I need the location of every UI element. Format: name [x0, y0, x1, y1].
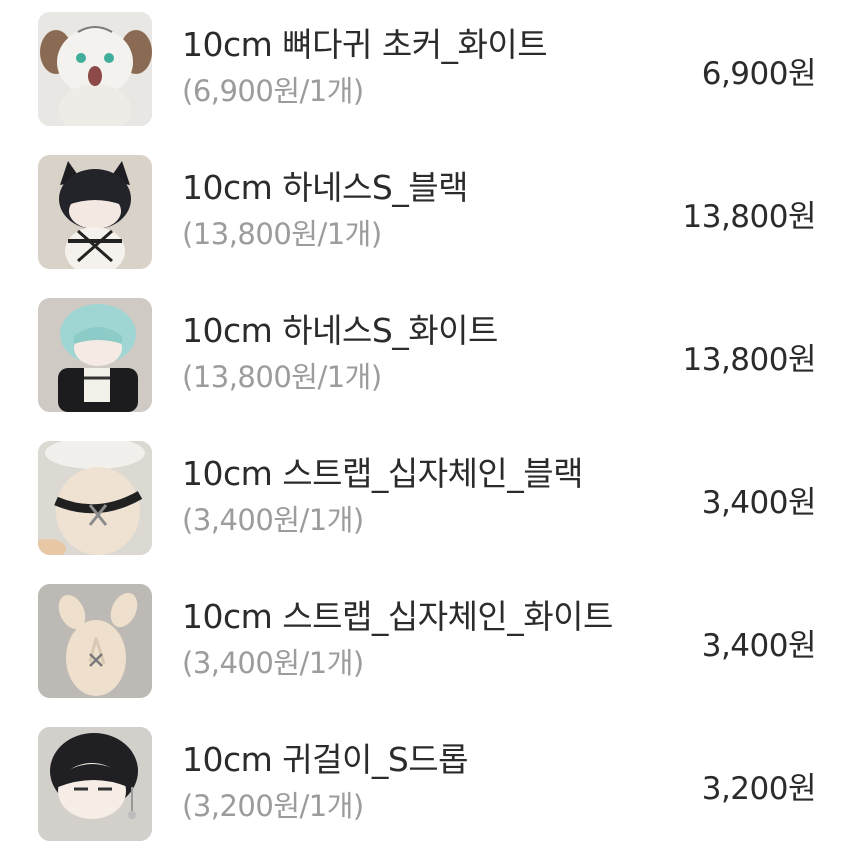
list-item[interactable]: 10cm 귀걸이_S드롭 (3,200원/1개) 3,200원 [0, 715, 856, 857]
product-thumbnail[interactable] [38, 441, 152, 555]
product-thumbnail[interactable] [38, 584, 152, 698]
unit-price: (3,400원/1개) [182, 646, 364, 680]
plush-doll-black-hair-image [38, 155, 152, 269]
plush-doll-mint-hair-image [38, 298, 152, 412]
list-item[interactable]: 10cm 하네스S_블랙 (13,800원/1개) 13,800원 [0, 143, 856, 285]
unit-price: (13,800원/1개) [182, 360, 382, 394]
plush-doll-white-strap-image [38, 584, 152, 698]
list-item[interactable]: 10cm 스트랩_십자체인_블랙 (3,400원/1개) 3,400원 [0, 429, 856, 571]
product-thumbnail[interactable] [38, 298, 152, 412]
unit-price: (13,800원/1개) [182, 217, 382, 251]
unit-price: (6,900원/1개) [182, 74, 364, 108]
list-item[interactable]: 10cm 뼈다귀 초커_화이트 (6,900원/1개) 6,900원 [0, 0, 856, 142]
product-name[interactable]: 10cm 하네스S_블랙 [182, 161, 469, 209]
total-price: 3,400원 [701, 485, 817, 521]
product-name[interactable]: 10cm 뼈다귀 초커_화이트 [182, 18, 548, 66]
order-item-list: 10cm 뼈다귀 초커_화이트 (6,900원/1개) 6,900원 10cm … [0, 0, 856, 856]
product-name[interactable]: 10cm 하네스S_화이트 [182, 304, 498, 352]
product-name[interactable]: 10cm 스트랩_십자체인_블랙 [182, 447, 584, 495]
product-thumbnail[interactable] [38, 12, 152, 126]
total-price: 13,800원 [682, 342, 817, 378]
total-price: 3,200원 [701, 771, 817, 807]
product-name[interactable]: 10cm 귀걸이_S드롭 [182, 733, 469, 781]
total-price: 6,900원 [701, 56, 817, 92]
product-thumbnail[interactable] [38, 155, 152, 269]
plush-doll-white-ears-image [38, 12, 152, 126]
unit-price: (3,400원/1개) [182, 503, 364, 537]
list-item[interactable]: 10cm 하네스S_화이트 (13,800원/1개) 13,800원 [0, 286, 856, 428]
plush-doll-black-strap-image [38, 441, 152, 555]
plush-doll-earring-image [38, 727, 152, 841]
list-item[interactable]: 10cm 스트랩_십자체인_화이트 (3,400원/1개) 3,400원 [0, 572, 856, 714]
product-thumbnail[interactable] [38, 727, 152, 841]
unit-price: (3,200원/1개) [182, 789, 364, 823]
total-price: 3,400원 [701, 628, 817, 664]
product-name[interactable]: 10cm 스트랩_십자체인_화이트 [182, 590, 613, 638]
total-price: 13,800원 [682, 199, 817, 235]
